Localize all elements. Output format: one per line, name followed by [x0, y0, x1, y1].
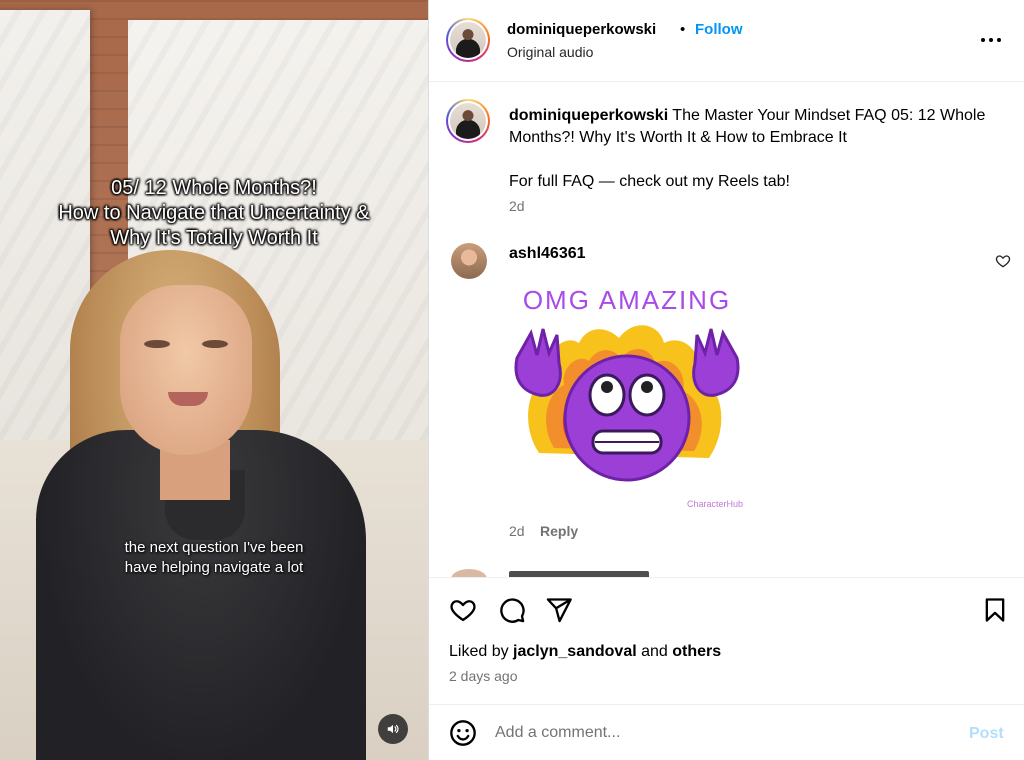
- post-side-panel: dominiqueperkowski • Follow Original aud…: [428, 0, 1024, 760]
- video-title-line: Why It's Totally Worth It: [110, 227, 318, 249]
- share-paper-plane-icon[interactable]: [545, 596, 573, 624]
- liked-by-user[interactable]: jaclyn_sandoval: [513, 643, 637, 660]
- video-title-overlay: 05/ 12 Whole Months?! How to Navigate th…: [0, 176, 428, 251]
- video-subtitle-line: the next question I've been: [124, 539, 304, 556]
- liked-others-link[interactable]: others: [672, 643, 721, 660]
- commenter-avatar[interactable]: [451, 243, 487, 279]
- comment-bubble-icon[interactable]: [498, 596, 526, 624]
- comment-input[interactable]: [495, 719, 935, 747]
- person-eye-right: [202, 340, 228, 348]
- reel-video[interactable]: 05/ 12 Whole Months?! How to Navigate th…: [0, 0, 428, 760]
- more-horizontal-icon: [981, 38, 985, 42]
- more-options-button[interactable]: [977, 28, 1005, 52]
- post-date[interactable]: 2 days ago: [449, 668, 518, 684]
- author-avatar[interactable]: [446, 18, 490, 62]
- separator-dot: •: [680, 21, 686, 38]
- video-subtitle-line: have helping navigate a lot: [124, 559, 304, 576]
- liked-and: and: [641, 643, 668, 660]
- save-bookmark-icon[interactable]: [981, 596, 1009, 624]
- commenter-username[interactable]: ashl46361: [509, 245, 586, 263]
- next-commenter-avatar-partial: [451, 569, 487, 577]
- post-header: dominiqueperkowski • Follow Original aud…: [429, 0, 1024, 82]
- author-username[interactable]: dominiqueperkowski: [507, 21, 656, 38]
- gif-credit-text: CharacterHub: [687, 499, 743, 509]
- gif-caption-text: OMG AMAZING: [523, 285, 731, 315]
- person-face: [120, 285, 252, 455]
- audio-link[interactable]: Original audio: [507, 44, 593, 60]
- speaker-icon: [387, 724, 399, 734]
- post-actions-bar: [429, 577, 1024, 640]
- liked-prefix: Liked by: [449, 643, 509, 660]
- video-subtitle: the next question I've been have helping…: [0, 538, 428, 578]
- video-title-line: How to Navigate that Uncertainty &: [58, 202, 370, 224]
- follow-button[interactable]: Follow: [695, 21, 743, 38]
- caption-username[interactable]: dominiqueperkowski: [509, 107, 668, 124]
- caption-author-avatar[interactable]: [446, 99, 490, 143]
- comments-scroll-area[interactable]: dominiqueperkowski The Master Your Minds…: [429, 83, 1024, 577]
- comment-timestamp[interactable]: 2d: [509, 523, 525, 539]
- comment-like-heart-icon[interactable]: [995, 253, 1011, 269]
- post-comment-button[interactable]: Post: [969, 725, 1004, 743]
- comment-composer: Post: [429, 704, 1024, 760]
- comment-gif-sticker: OMG AMAZING CharacterHub: [514, 285, 743, 509]
- emoji-smiley-icon[interactable]: [449, 719, 477, 747]
- like-heart-icon[interactable]: [449, 596, 477, 624]
- reply-button[interactable]: Reply: [540, 523, 578, 539]
- person-eye-left: [144, 340, 170, 348]
- video-title-line: 05/ 12 Whole Months?!: [111, 177, 317, 199]
- mute-button[interactable]: [378, 714, 408, 744]
- caption-timestamp[interactable]: 2d: [509, 198, 525, 214]
- caption-text-2: For full FAQ — check out my Reels tab!: [509, 173, 790, 190]
- post-caption: dominiqueperkowski The Master Your Minds…: [509, 105, 999, 193]
- likes-summary: Liked by jaclyn_sandoval and others: [449, 643, 721, 661]
